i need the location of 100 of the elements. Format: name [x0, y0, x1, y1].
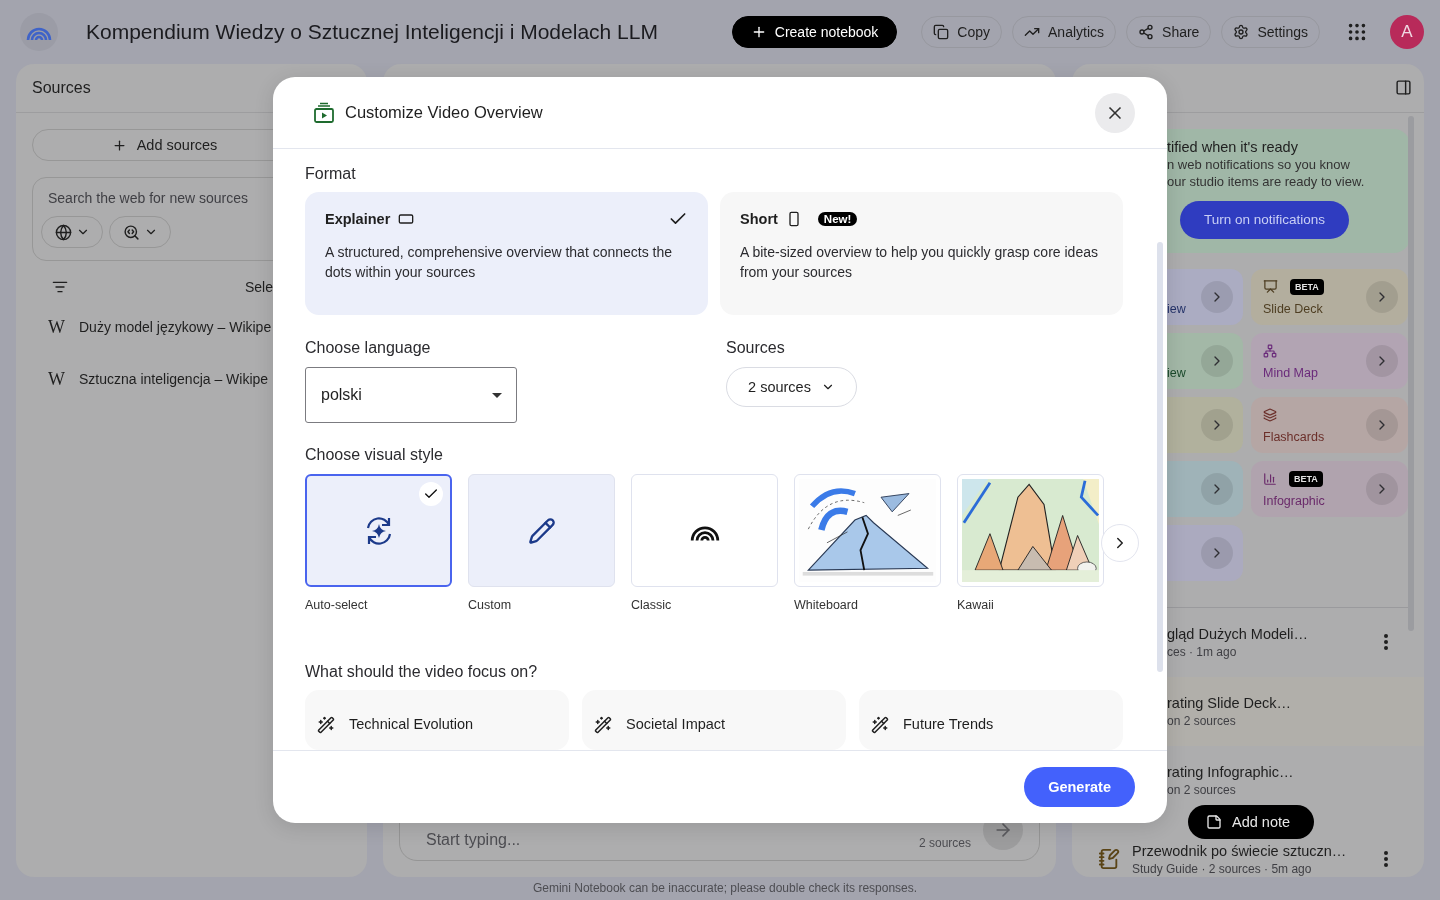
- dialog-title: Customize Video Overview: [345, 103, 544, 122]
- wand-icon: [871, 716, 889, 734]
- note-item[interactable]: Przewodnik po świecie sztuczn… Study Guide · 2 sources · 5m ago: [1072, 841, 1424, 877]
- style-label: Classic: [631, 598, 673, 612]
- studio-tile[interactable]: Flashcards: [1251, 396, 1408, 453]
- style-label: Auto-select: [305, 598, 369, 612]
- chevron-button[interactable]: [1201, 536, 1233, 569]
- chat-input[interactable]: Start typing...: [424, 830, 907, 850]
- create-notebook-button[interactable]: Create notebook: [731, 16, 898, 48]
- note-item[interactable]: gląd Dużych Modeli… ces · 1m ago: [1072, 607, 1424, 677]
- new-badge: New!: [817, 212, 858, 226]
- language-select[interactable]: polski: [305, 367, 517, 423]
- section-label: Sources: [726, 339, 786, 357]
- tile-label: Slide Deck: [1263, 301, 1324, 316]
- video-stack-icon: [313, 101, 335, 124]
- note-meta: Study Guide · 2 sources · 5m ago: [1132, 861, 1313, 876]
- focus-suggestion[interactable]: Societal Impact: [582, 690, 846, 750]
- share-icon: [1138, 24, 1155, 40]
- notifications-button[interactable]: Turn on notifications: [1180, 200, 1350, 239]
- note-meta: on 2 sources: [1167, 713, 1237, 728]
- add-note-button[interactable]: Add note: [1188, 805, 1315, 839]
- notice-title: tified when it's ready: [1167, 138, 1299, 155]
- logo[interactable]: [20, 13, 58, 51]
- note-icon: [1206, 814, 1222, 830]
- tile-label: Infographic: [1263, 493, 1325, 508]
- style-label: Kawaii: [957, 598, 995, 612]
- sources-dropdown[interactable]: 2 sources: [726, 367, 857, 407]
- notice-text: n web notifications so you know: [1167, 156, 1351, 172]
- notice-text: our studio items are ready to view.: [1167, 173, 1366, 189]
- tile-label: iew: [1166, 301, 1186, 316]
- format-description: A bite-sized overview to help you quickly grasp core ideas from your sources: [740, 243, 1099, 282]
- next-button[interactable]: [1101, 524, 1139, 562]
- cards-icon: [1263, 407, 1277, 422]
- chart-icon: [1263, 471, 1277, 486]
- note-title: rating Infographic…: [1167, 764, 1295, 781]
- format-option[interactable]: Short New! A bite-sized overview to help you quickly grasp core ideas from your sources: [720, 192, 1123, 315]
- format-option[interactable]: Explainer A structured, comprehensive overview that connects the dots within your sources: [305, 192, 708, 315]
- studio-tile[interactable]: BETA Slide Deck: [1251, 268, 1408, 325]
- chevron-button[interactable]: [1201, 280, 1233, 313]
- note-title: gląd Dużych Modeli…: [1167, 625, 1310, 642]
- landscape-icon: [398, 211, 415, 227]
- chevron-button[interactable]: [1366, 280, 1398, 313]
- chevron-button[interactable]: [1366, 472, 1398, 505]
- source-title: Duży model językowy – Wikipe: [79, 319, 272, 335]
- scrollbar[interactable]: [1408, 116, 1414, 631]
- note-title: rating Slide Deck…: [1167, 694, 1293, 711]
- beta-badge: BETA: [1289, 470, 1323, 487]
- scrollbar[interactable]: [1157, 242, 1163, 672]
- beta-badge: BETA: [1290, 278, 1324, 295]
- chevron-button[interactable]: [1366, 344, 1398, 377]
- study-guide-icon: [1098, 848, 1120, 871]
- chevron-button[interactable]: [1201, 472, 1233, 505]
- slides-icon: [1263, 279, 1278, 294]
- note-meta: on 2 sources: [1167, 783, 1237, 798]
- studio-tile[interactable]: BETA Infographic: [1251, 460, 1408, 517]
- section-label: Choose visual style: [305, 446, 444, 464]
- style-option[interactable]: [305, 474, 452, 587]
- notebook-title: Kompendium Wiedzy o Sztucznej Inteligencji i Modelach LLM: [86, 20, 659, 44]
- tile-label: iew: [1166, 365, 1186, 380]
- chevron-button[interactable]: [1201, 344, 1233, 377]
- wand-icon: [594, 716, 612, 734]
- section-label: Choose language: [305, 339, 432, 357]
- more-icon: [1384, 634, 1388, 651]
- tile-label: Flashcards: [1263, 429, 1325, 444]
- tile-label: Mind Map: [1263, 365, 1318, 380]
- focus-suggestion[interactable]: Technical Evolution: [305, 690, 569, 750]
- panel-title: Sources: [32, 79, 91, 97]
- settings-icon: [1233, 24, 1250, 40]
- more-icon: [1384, 851, 1388, 868]
- section-label: What should the video focus on?: [305, 663, 539, 681]
- source-title: Sztuczna inteligencja – Wikipe: [79, 371, 269, 387]
- avatar[interactable]: A: [1390, 15, 1424, 49]
- globe-icon: [54, 223, 72, 241]
- chevron-button[interactable]: [1201, 408, 1233, 441]
- generate-button[interactable]: Generate: [1024, 767, 1135, 807]
- note-title: Przewodnik po świecie sztuczn…: [1132, 842, 1348, 859]
- section-label: Format: [305, 165, 357, 183]
- chevron-button[interactable]: [1366, 408, 1398, 441]
- close-button[interactable]: [1095, 92, 1135, 133]
- wand-icon: [317, 716, 335, 734]
- search-sparkle-icon: [122, 223, 140, 241]
- note-meta: ces · 1m ago: [1167, 644, 1238, 659]
- panel-toggle-icon[interactable]: [1395, 79, 1412, 97]
- copy-icon: [933, 24, 950, 40]
- style-label: Custom: [468, 598, 513, 612]
- studio-tile[interactable]: Mind Map: [1251, 332, 1408, 389]
- disclaimer: Gemini Notebook can be inaccurate; please double check its responses.: [532, 881, 918, 895]
- format-name: Explainer: [325, 211, 391, 227]
- apps-icon[interactable]: [1346, 21, 1368, 43]
- select-all-label: Sele: [244, 279, 273, 295]
- focus-suggestion[interactable]: Future Trends: [859, 690, 1123, 750]
- plus-icon: [111, 137, 127, 153]
- mind-map-icon: [1263, 343, 1277, 358]
- format-description: A structured, comprehensive overview that connects the dots within your sources: [325, 243, 674, 282]
- filter-icon[interactable]: [52, 279, 68, 295]
- style-label: Whiteboard: [794, 598, 859, 612]
- format-name: Short: [740, 211, 778, 227]
- source-type-glyph: W: [48, 368, 65, 390]
- source-count: 2 sources: [918, 836, 971, 850]
- caret-icon: [492, 392, 502, 398]
